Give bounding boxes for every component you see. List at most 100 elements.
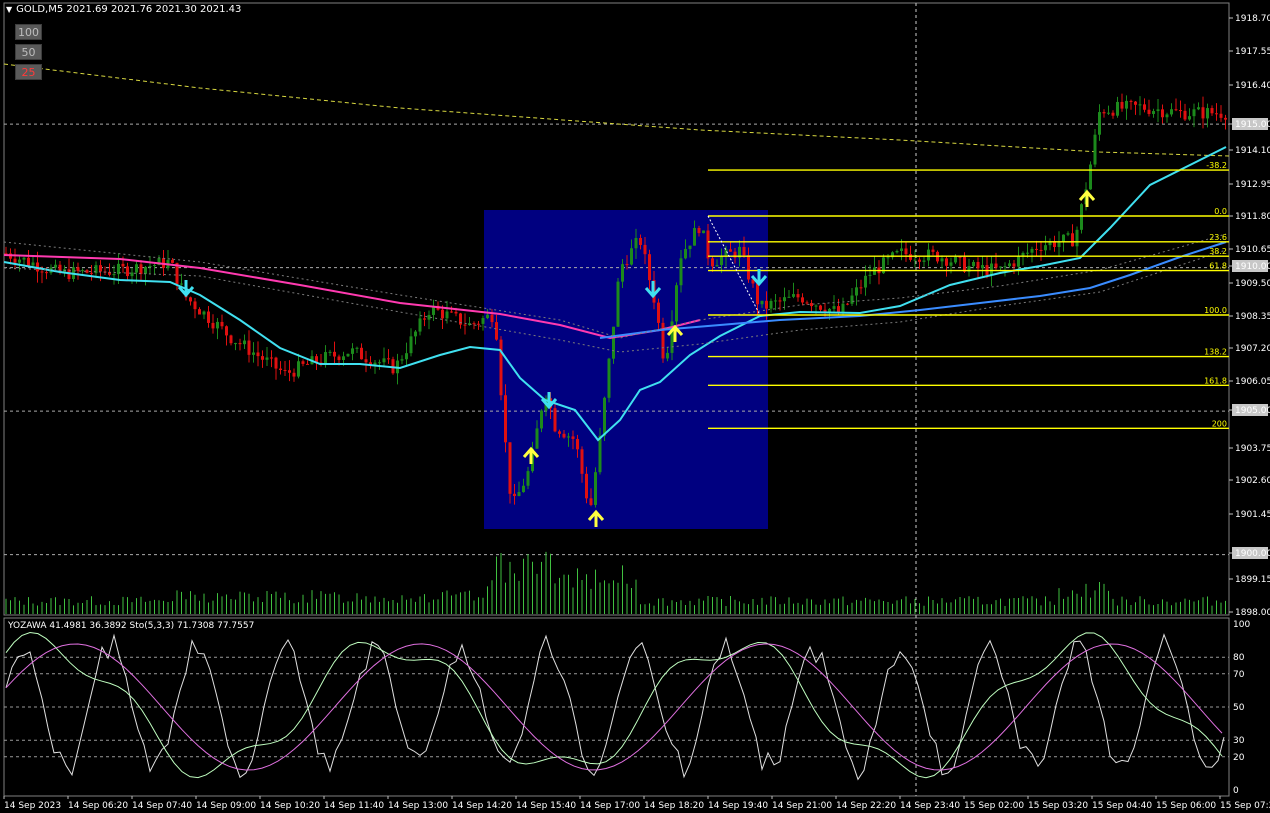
candle-body [153,265,156,267]
ohlc-values: 2021.69 2021.76 2021.30 2021.43 [66,4,242,15]
time-axis-label: 14 Sep 23:40 [900,801,960,811]
candle-body [1017,255,1020,267]
candle-body [351,348,354,354]
candle-body [450,311,453,313]
candle-body [517,492,521,497]
candle-body [1012,263,1016,267]
candle-body [783,297,786,302]
candle-body [1125,100,1128,109]
candle-body [571,436,575,439]
candle-body [454,311,458,314]
chart-canvas[interactable]: -38.20.023.638.261.8100.0138.2161.820019… [0,0,1270,813]
candle-body [504,395,507,443]
candle-body [1165,114,1169,118]
candle-body [1044,245,1047,251]
price-axis-label: 1917.55 [1235,47,1270,57]
candle-body [1102,112,1106,114]
candle-body [220,321,224,327]
candle-body [225,326,228,336]
candle-body [589,498,593,505]
candle-body [760,300,764,305]
candle-body [243,340,246,345]
candle-body [495,322,498,340]
candle-body [594,472,597,505]
candle-body [265,357,269,360]
candle-body [1062,234,1065,243]
candle-body [918,259,921,262]
price-axis-label: 1916.40 [1235,81,1270,91]
candle-body [1161,109,1164,118]
trendline[interactable] [3,63,1230,157]
candle-body [1192,109,1196,117]
candle-body [949,262,953,266]
candle-body [1008,263,1011,267]
candle-body [279,368,282,370]
candle-body [702,230,705,234]
triangle-down-icon[interactable]: ▼ [6,5,12,14]
fib-level-label: 61.8 [1209,262,1227,271]
candle-body [1021,252,1025,256]
candle-body [409,336,413,354]
candle-body [247,340,251,355]
time-axis-label: 14 Sep 18:20 [644,801,704,811]
candle-body [490,314,494,323]
zoom-25-button[interactable]: 25 [15,64,42,80]
price-axis-label: 1901.45 [1235,510,1270,520]
candle-body [1152,111,1155,114]
candle-body [342,356,345,360]
candle-body [972,261,975,267]
candle-body [819,305,822,310]
time-axis-label: 14 Sep 07:40 [132,801,192,811]
candle-body [580,449,584,474]
zoom-50-button[interactable]: 50 [15,44,42,60]
candle-body [499,339,503,396]
time-axis-label: 14 Sep 15:40 [516,801,576,811]
time-axis-label: 14 Sep 09:00 [196,801,256,811]
candle-body [864,275,867,288]
candle-body [895,251,899,253]
zoom-100-button[interactable]: 100 [15,24,42,40]
candle-body [360,347,363,360]
candle-body [274,357,278,369]
candle-body [418,318,422,332]
candle-body [900,248,903,252]
time-axis-label: 14 Sep 10:20 [260,801,320,811]
candle-body [1215,113,1218,115]
candle-body [1035,248,1038,250]
time-axis-label: 14 Sep 11:40 [324,801,384,811]
candle-body [252,352,255,355]
candle-body [801,297,804,303]
stochastic-signal-line [5,643,1223,771]
candle-body [1071,233,1074,247]
candle-body [148,265,152,267]
fib-level-label: 138.2 [1204,348,1227,357]
candle-body [769,300,773,309]
price-axis-label: 1905.00 [1235,406,1270,416]
candle-body [639,238,642,245]
candle-body [765,300,768,309]
candle-body [913,259,917,261]
candle-body [814,305,818,307]
chart-header: ▼ GOLD,M5 2021.69 2021.76 2021.30 2021.43 [6,4,241,15]
candle-body [387,358,390,360]
candle-body [729,249,732,252]
osc-axis-label: 70 [1233,670,1245,680]
candle-body [796,294,800,298]
candle-body [130,272,134,277]
candle-body [1066,233,1070,235]
candle-body [1129,100,1133,102]
candle-body [463,324,467,326]
candle-body [1030,248,1034,253]
candle-body [378,362,381,364]
candle-body [288,370,291,373]
candle-body [850,295,854,304]
candle-body [306,363,309,365]
candle-body [1219,113,1223,118]
candle-body [1098,112,1101,135]
candle-body [427,314,431,320]
candle-body [261,356,264,360]
candle-body [657,302,660,323]
candle-body [445,311,449,319]
candle-body [774,300,777,302]
candle-body [1143,104,1146,110]
